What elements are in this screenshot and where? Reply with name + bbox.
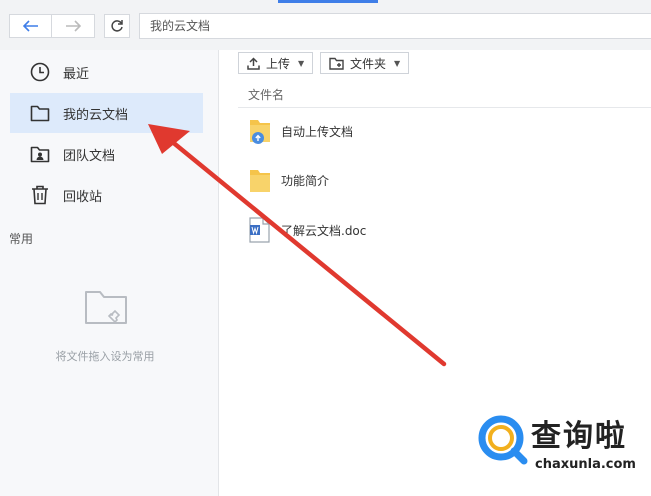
new-folder-button-label: 文件夹 [350,56,387,71]
magnifier-logo-icon [478,415,528,465]
folder-icon [247,166,273,194]
active-tab-indicator [278,0,378,3]
arrow-left-icon [22,20,38,32]
forward-button[interactable] [52,14,95,38]
file-row-cloud-doc[interactable]: 了解云文档.doc [247,210,627,250]
chevron-down-icon: ▼ [298,58,305,68]
sidebar-item-label: 回收站 [63,189,103,205]
back-button[interactable] [9,14,52,38]
sidebar-item-label: 我的云文档 [63,107,129,123]
refresh-button[interactable] [104,14,130,38]
empty-favorites-folder-icon [84,288,128,330]
address-bar[interactable]: 我的云文档 [139,13,651,39]
clock-icon [29,61,51,83]
new-folder-icon [329,57,344,70]
upload-button-label: 上传 [266,56,291,71]
sidebar-item-my-cloud-docs[interactable]: 我的云文档 [10,93,203,133]
upload-icon [247,56,260,70]
empty-favorites-hint: 将文件拖入设为常用 [55,350,155,363]
trash-icon [29,184,51,206]
sidebar-item-recent[interactable]: 最近 [10,52,203,92]
sidebar-item-recycle-bin[interactable]: 回收站 [10,175,203,215]
file-name: 自动上传文档 [281,124,354,139]
watermark-brand: 查询啦 [531,419,627,454]
arrow-right-icon [66,20,81,32]
file-name: 功能简介 [281,173,330,188]
sidebar: 最近 我的云文档 团队文档 回收站 常用 将文件拖入设为常用 [0,50,219,496]
new-folder-button[interactable]: 文件夹 ▼ [320,52,410,74]
watermark-domain: chaxunla.com [535,457,636,472]
word-document-icon [247,216,273,244]
folder-icon [29,102,51,124]
sidebar-item-label: 团队文档 [63,148,116,164]
upload-button[interactable]: 上传 ▼ [238,52,314,74]
watermark: 查询啦 chaxunla.com [475,408,645,478]
column-header-filename[interactable]: 文件名 [238,86,651,108]
sidebar-item-label: 最近 [63,66,90,82]
favorites-section-title: 常用 [9,232,34,246]
file-row-feature-intro[interactable]: 功能简介 [247,160,627,200]
sidebar-item-team-docs[interactable]: 团队文档 [10,134,203,174]
top-navigation-bar: 我的云文档 [0,0,651,50]
file-name: 了解云文档.doc [281,223,367,238]
file-row-auto-upload[interactable]: 自动上传文档 [247,111,627,151]
refresh-icon [111,20,123,32]
chevron-down-icon: ▼ [394,58,401,68]
team-folder-icon [29,143,51,165]
cloud-upload-folder-icon [247,117,273,145]
